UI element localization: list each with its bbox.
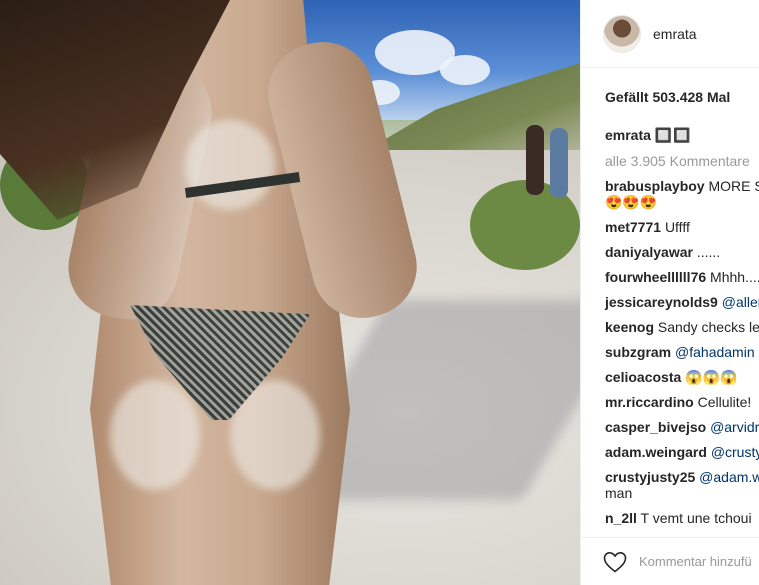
comment: casper_bivejso @arvidr	[605, 419, 759, 435]
comment: keenog Sandy checks le	[605, 319, 759, 335]
comment-text: Cellulite!	[697, 394, 752, 410]
cloud	[440, 55, 490, 85]
caption: emrata 🔲🔲	[605, 127, 692, 144]
comment-text: T vemt une tchoui	[640, 510, 752, 526]
comment-mention[interactable]: @fahadamin	[675, 344, 755, 360]
comment-mention[interactable]: @crusty	[711, 444, 759, 460]
comment: crustyjusty25 @adam.w man	[605, 469, 759, 501]
comment: celioacosta 😱😱😱	[605, 369, 759, 385]
author-username[interactable]: emrata	[653, 26, 697, 42]
comment-text-line2: 😍😍😍	[605, 194, 658, 210]
comment: adam.weingard @crusty	[605, 444, 759, 460]
person	[550, 128, 568, 198]
comment-username[interactable]: subzgram	[605, 344, 671, 360]
comment-username[interactable]: mr.riccardino	[605, 394, 694, 410]
comment: jessicareynolds9 @aller	[605, 294, 759, 310]
comment-username[interactable]: n_2ll	[605, 510, 637, 526]
comment-username[interactable]: brabusplayboy	[605, 178, 705, 194]
comment-text: Sandy checks le	[657, 319, 759, 335]
heart-icon[interactable]	[603, 551, 627, 573]
post-photo[interactable]	[0, 0, 580, 585]
comment-mention[interactable]: @arvidr	[710, 419, 759, 435]
comment-text-line2: man	[605, 485, 633, 501]
comment-username[interactable]: fourwheellllll76	[605, 269, 706, 285]
comment-text: ......	[696, 244, 721, 260]
comment-text: 😱😱😱	[685, 369, 738, 385]
sand-patch	[185, 120, 275, 210]
comment: subzgram @fahadamin	[605, 344, 759, 360]
like-count[interactable]: Gefällt 503.428 Mal	[605, 89, 730, 105]
comment-text: Mhhh....	[710, 269, 759, 285]
comment-username[interactable]: met7771	[605, 219, 661, 235]
comment: met7771 Uffff	[605, 219, 759, 235]
post-sidebar: emrata Gefällt 503.428 Mal emrata 🔲🔲 all…	[580, 0, 759, 585]
comment: brabusplayboy MORE S 😍😍😍	[605, 178, 759, 210]
comment: mr.riccardino Cellulite!	[605, 394, 759, 410]
comment-username[interactable]: daniyalyawar	[605, 244, 693, 260]
comment-text: MORE S	[708, 178, 759, 194]
comment-footer: Kommentar hinzufü	[581, 537, 759, 585]
add-comment-input[interactable]: Kommentar hinzufü	[639, 554, 752, 569]
comment: daniyalyawar ......	[605, 244, 759, 260]
comment-username[interactable]: crustyjusty25	[605, 469, 695, 485]
caption-username[interactable]: emrata	[605, 127, 651, 143]
view-all-comments-link[interactable]: alle 3.905 Kommentare	[605, 153, 750, 169]
comment-username[interactable]: keenog	[605, 319, 654, 335]
post-header: emrata	[581, 0, 759, 68]
comment-mention[interactable]: @aller	[722, 294, 759, 310]
comment: n_2ll T vemt une tchoui	[605, 510, 759, 526]
comment-username[interactable]: jessicareynolds9	[605, 294, 718, 310]
comment-username[interactable]: adam.weingard	[605, 444, 707, 460]
comment-mention[interactable]: @adam.w	[699, 469, 759, 485]
avatar[interactable]	[603, 14, 641, 53]
person	[526, 125, 544, 195]
comment-username[interactable]: celioacosta	[605, 369, 681, 385]
comment-username[interactable]: casper_bivejso	[605, 419, 706, 435]
comment: fourwheellllll76 Mhhh....	[605, 269, 759, 285]
comment-text: Uffff	[664, 219, 690, 235]
sand-patch	[110, 380, 200, 490]
comment-list: brabusplayboy MORE S 😍😍😍 met7771 Uffff d…	[605, 178, 759, 535]
caption-text: 🔲🔲	[654, 127, 692, 143]
